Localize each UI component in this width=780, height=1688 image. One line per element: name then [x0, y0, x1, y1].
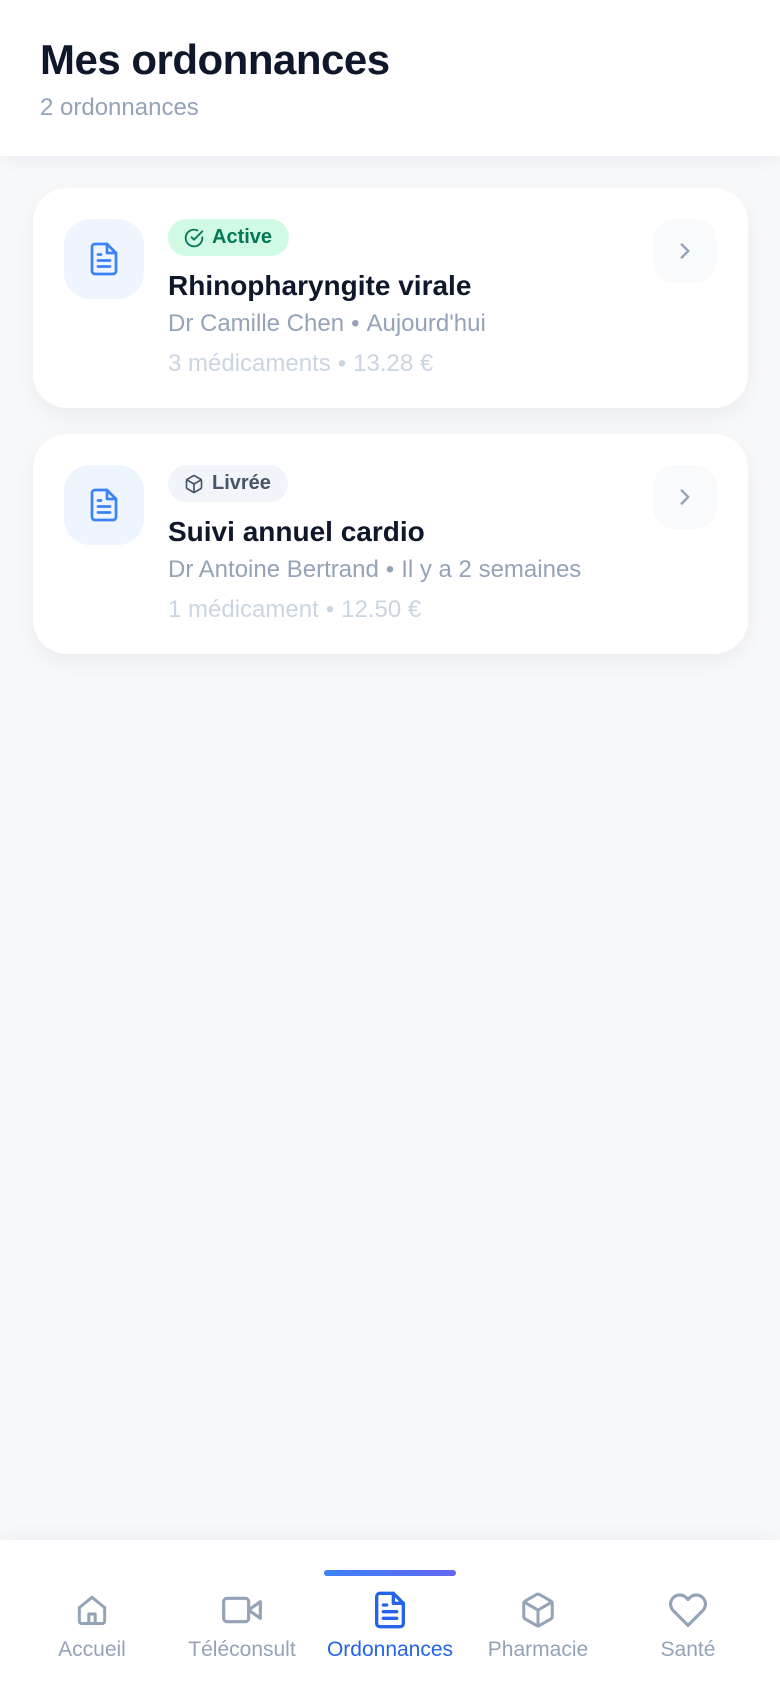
prescription-date: Aujourd'hui [366, 310, 486, 337]
status-label: Active [212, 226, 273, 248]
tab-label: Ordonnances [326, 1638, 454, 1661]
page-header: Mes ordonnances 2 ordonnances [0, 0, 780, 156]
prescription-date: Il y a 2 semaines [401, 556, 582, 583]
separator-dot: • [351, 310, 360, 337]
tab-accueil[interactable]: Accueil [17, 1588, 167, 1668]
bottom-tab-bar: Accueil Téléconsult Ordonnances Pharmaci… [0, 1540, 780, 1688]
page-title: Mes ordonnances [40, 36, 390, 83]
prescription-card[interactable]: Active Rhinopharyngite virale Dr Camille… [33, 188, 748, 408]
open-prescription-button[interactable] [653, 219, 717, 283]
open-prescription-button[interactable] [653, 465, 717, 529]
doctor-name: Dr Antoine Bertrand [168, 556, 379, 583]
package-icon [519, 1588, 557, 1632]
tab-label: Santé [660, 1638, 716, 1661]
prescription-title: Suivi annuel cardio [168, 516, 425, 547]
tab-pharmacie[interactable]: Pharmacie [463, 1588, 613, 1668]
chevron-right-icon [672, 484, 698, 510]
chevron-right-icon [672, 238, 698, 264]
prescription-title: Rhinopharyngite virale [168, 270, 472, 301]
tab-label: Téléconsult [188, 1638, 296, 1661]
prescription-summary: 1 médicament • 12.50 € [168, 596, 421, 624]
separator-dot: • [385, 556, 395, 583]
tab-teleconsult[interactable]: Téléconsult [167, 1588, 317, 1668]
package-icon [184, 474, 204, 494]
medication-count: 1 médicament [168, 596, 319, 623]
document-icon [64, 219, 144, 299]
tab-ordonnances[interactable]: Ordonnances [315, 1588, 465, 1668]
separator-dot: • [337, 350, 347, 377]
home-icon [73, 1588, 111, 1632]
heart-icon [668, 1588, 708, 1632]
status-badge: Livrée [168, 465, 288, 502]
prescription-doctor-date: Dr Antoine Bertrand • Il y a 2 semaines [168, 556, 581, 584]
tab-label: Pharmacie [487, 1638, 589, 1661]
prescription-card[interactable]: Livrée Suivi annuel cardio Dr Antoine Be… [33, 434, 748, 654]
prescription-count: 2 ordonnances [40, 94, 199, 121]
doctor-name: Dr Camille Chen [168, 310, 345, 337]
prescription-summary: 3 médicaments • 13.28 € [168, 350, 433, 378]
status-label: Livrée [212, 472, 271, 494]
document-icon [64, 465, 144, 545]
active-tab-indicator [324, 1570, 456, 1576]
separator-dot: • [325, 596, 335, 623]
document-icon [370, 1588, 410, 1632]
prescription-price: 13.28 € [353, 350, 434, 377]
status-badge: Active [168, 219, 290, 256]
medication-count: 3 médicaments [168, 350, 331, 377]
prescription-price: 12.50 € [341, 596, 422, 623]
tab-sante[interactable]: Santé [613, 1588, 763, 1668]
check-circle-icon [184, 228, 204, 248]
tab-label: Accueil [58, 1638, 126, 1661]
prescription-doctor-date: Dr Camille Chen • Aujourd'hui [168, 310, 486, 338]
video-icon [222, 1588, 262, 1632]
